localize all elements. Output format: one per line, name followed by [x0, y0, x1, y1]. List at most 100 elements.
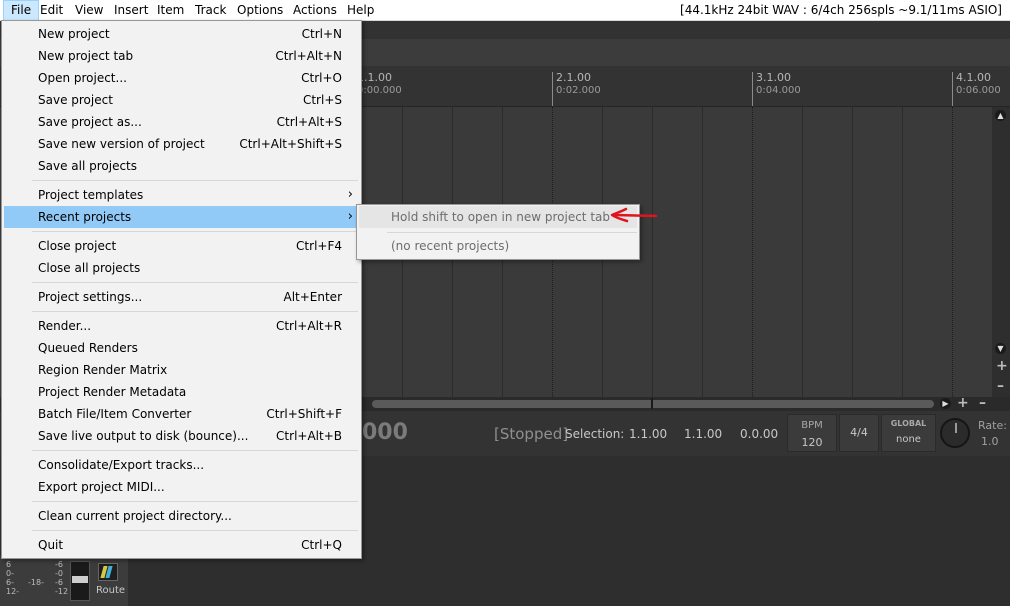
menu-item-label: Close project [38, 239, 117, 253]
menu-item-new-project-tab[interactable]: New project tab Ctrl+Alt+N [4, 45, 359, 67]
zoom-in-horizontal-icon[interactable]: + [957, 396, 969, 410]
global-value[interactable]: none [882, 434, 935, 445]
grid-line [852, 107, 853, 397]
route-icon[interactable] [98, 563, 118, 581]
ruler-time-label: 0:00.000 [357, 85, 402, 96]
menu-item-project-templates[interactable]: Project templates › [4, 184, 359, 206]
selection-length[interactable]: 0.0.00 [740, 427, 778, 441]
meter-tick: -6 [55, 578, 63, 587]
menu-item-quit[interactable]: Quit Ctrl+Q [4, 534, 359, 556]
menu-item-label: Save project as... [38, 115, 142, 129]
selection-start[interactable]: 1.1.00 [629, 427, 667, 441]
menu-item-save-project[interactable]: Save project Ctrl+S [4, 89, 359, 111]
menu-separator [32, 180, 358, 181]
scroll-right-icon[interactable]: ▶ [940, 398, 951, 409]
rate-value[interactable]: 1.0 [981, 435, 999, 448]
selection-end[interactable]: 1.1.00 [684, 427, 722, 441]
menu-item-label: New project tab [38, 49, 134, 63]
time-signature[interactable]: 4/4 [840, 426, 878, 439]
menu-item-project-settings[interactable]: Project settings... Alt+Enter [4, 286, 359, 308]
zoom-in-vertical-icon[interactable]: + [996, 359, 1008, 373]
menu-item-label: Recent projects [38, 210, 132, 224]
rate-label: Rate: [978, 419, 1007, 432]
menu-item-region-render-matrix[interactable]: Region Render Matrix [4, 359, 359, 381]
menu-insert[interactable]: Insert [107, 0, 155, 21]
meter-tick: 6 [6, 560, 12, 569]
menu-item-consolidate-export[interactable]: Consolidate/Export tracks... [4, 454, 359, 476]
ruler-bar-label: 4.1.00 [956, 71, 991, 84]
menu-item-recent-projects[interactable]: Recent projects › [4, 206, 359, 228]
volume-fader[interactable] [70, 561, 90, 601]
menu-edit[interactable]: Edit [33, 0, 70, 21]
menu-item-save-live-output[interactable]: Save live output to disk (bounce)... Ctr… [4, 425, 359, 447]
menu-item-queued-renders[interactable]: Queued Renders [4, 337, 359, 359]
menu-options[interactable]: Options [230, 0, 290, 21]
menu-separator [32, 450, 358, 451]
route-label: Route [96, 585, 126, 596]
meter-tick: -6 [55, 560, 63, 569]
audio-device-status[interactable]: [44.1kHz 24bit WAV : 6/4ch 256spls ~9.1/… [680, 0, 1002, 21]
menu-item-clean-directory[interactable]: Clean current project directory... [4, 505, 359, 527]
fader-cap[interactable] [72, 576, 88, 583]
menu-view[interactable]: View [68, 0, 110, 21]
menu-item-shortcut: Ctrl+O [301, 71, 342, 85]
menu-item-label: Save live output to disk (bounce)... [38, 429, 249, 443]
grid-line [752, 107, 753, 397]
bpm-value[interactable]: 120 [788, 436, 836, 449]
meter-tick: -12 [55, 587, 69, 596]
submenu-item-shift-hint[interactable]: Hold shift to open in new project tab [359, 206, 637, 228]
meter-tick: -18- [28, 578, 44, 587]
menu-item-render[interactable]: Render... Ctrl+Alt+R [4, 315, 359, 337]
menu-item-project-render-metadata[interactable]: Project Render Metadata [4, 381, 359, 403]
menu-item-new-project[interactable]: New project Ctrl+N [4, 23, 359, 45]
submenu-arrow-icon: › [347, 187, 353, 202]
menu-item-close-all-projects[interactable]: Close all projects [4, 257, 359, 279]
menu-item-shortcut: Alt+Enter [283, 290, 342, 304]
menu-bar: File Edit View Insert Item Track Options… [0, 0, 1010, 21]
menu-item-save-project-as[interactable]: Save project as... Ctrl+Alt+S [4, 111, 359, 133]
menu-item-label: Queued Renders [38, 341, 138, 355]
grid-line [702, 107, 703, 397]
menu-item-open-project[interactable]: Open project... Ctrl+O [4, 67, 359, 89]
menu-track[interactable]: Track [188, 0, 233, 21]
menu-item-save-all-projects[interactable]: Save all projects [4, 155, 359, 177]
menu-item-shortcut: Ctrl+S [302, 93, 342, 107]
bpm-label: BPM [801, 420, 823, 431]
submenu-item-label: (no recent projects) [391, 239, 510, 253]
menu-help[interactable]: Help [340, 0, 381, 21]
transport-time-display[interactable]: 000 [362, 420, 408, 445]
scroll-position-marker [651, 398, 653, 409]
menu-actions[interactable]: Actions [286, 0, 344, 21]
menu-item-save-new-version[interactable]: Save new version of project Ctrl+Alt+Shi… [4, 133, 359, 155]
menu-separator [32, 231, 358, 232]
menu-separator [32, 501, 358, 502]
meter-scale-right: -6 -0 -6 -12 [55, 560, 68, 596]
scroll-up-icon[interactable]: ▲ [995, 110, 1006, 121]
menu-item-label: Clean current project directory... [38, 509, 232, 523]
vertical-scrollbar[interactable]: ▲ ▼ + – [992, 107, 1010, 397]
global-playrate-box[interactable]: GLOBAL none [881, 414, 936, 452]
menu-item-close-project[interactable]: Close project Ctrl+F4 [4, 235, 359, 257]
menu-item-label: Project settings... [38, 290, 143, 304]
menu-item-export-midi[interactable]: Export project MIDI... [4, 476, 359, 498]
menu-item-label: Save new version of project [38, 137, 205, 151]
menu-item[interactable]: Item [150, 0, 191, 21]
file-menu-dropdown: New project Ctrl+N New project tab Ctrl+… [1, 20, 362, 559]
playrate-knob[interactable] [940, 418, 970, 448]
zoom-out-vertical-icon[interactable]: – [997, 379, 1004, 393]
meter-tick: 0- [6, 569, 14, 578]
menu-item-shortcut: Ctrl+N [301, 27, 342, 41]
zoom-out-horizontal-icon[interactable]: – [979, 396, 986, 410]
menu-item-shortcut: Ctrl+Alt+Shift+S [239, 137, 342, 151]
menu-item-batch-converter[interactable]: Batch File/Item Converter Ctrl+Shift+F [4, 403, 359, 425]
time-signature-box[interactable]: 4/4 [839, 414, 879, 452]
scroll-down-icon[interactable]: ▼ [995, 343, 1006, 354]
menu-item-label: Close all projects [38, 261, 141, 275]
menu-item-label: New project [38, 27, 110, 41]
bpm-box[interactable]: BPM 120 [787, 414, 837, 452]
horizontal-scroll-thumb[interactable] [372, 400, 934, 408]
submenu-item-no-recent[interactable]: (no recent projects) [359, 235, 637, 257]
grid-line [802, 107, 803, 397]
transport-state: [Stopped] [494, 425, 569, 443]
ruler-time-label: 0:06.000 [956, 85, 1001, 96]
